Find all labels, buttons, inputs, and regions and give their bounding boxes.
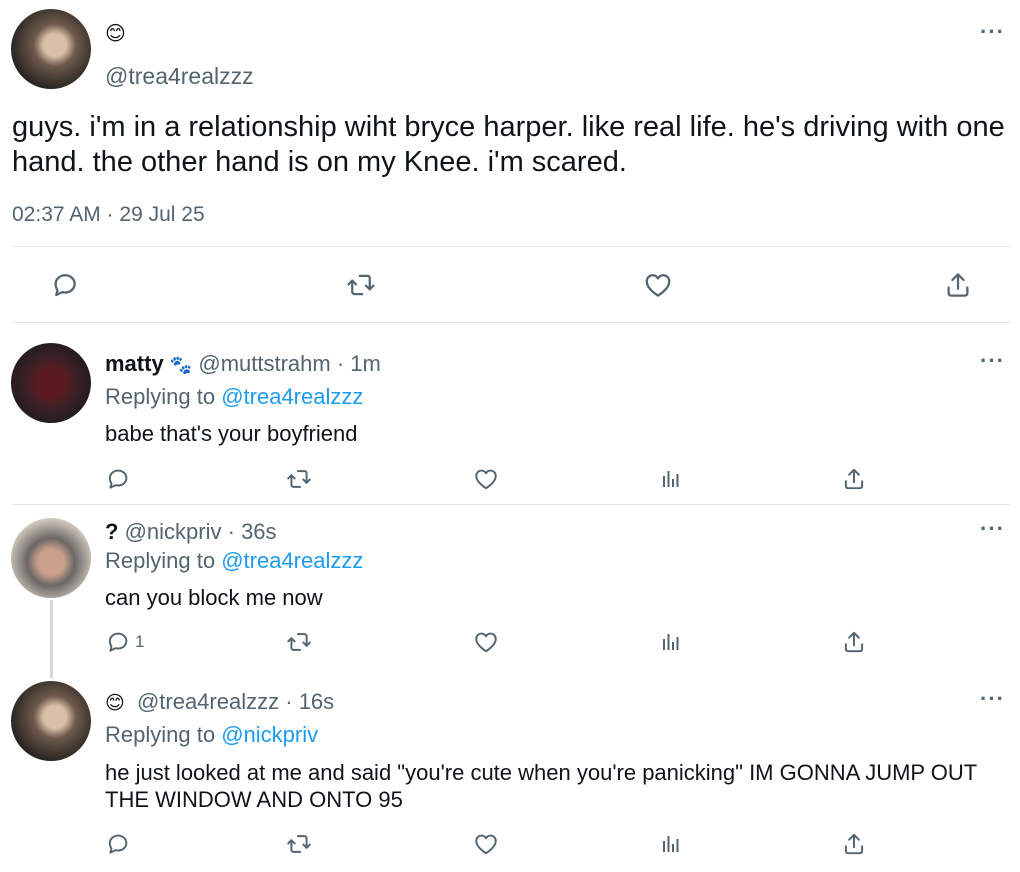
reply-text: babe that's your boyfriend (105, 421, 358, 446)
avatar-nickpriv[interactable] (11, 518, 91, 598)
more-options-button[interactable]: ··· (980, 350, 1005, 372)
reply-handle[interactable]: @trea4realzzz (137, 689, 279, 714)
replying-to-link[interactable]: @trea4realzzz (221, 384, 363, 409)
divider (12, 322, 1010, 323)
reply-icon (105, 466, 131, 492)
retweet-icon (286, 466, 312, 492)
analytics-icon (658, 467, 682, 491)
share-button[interactable] (841, 831, 867, 857)
separator-dot: · (227, 519, 235, 544)
reply-time[interactable]: 16s (299, 689, 334, 714)
share-icon (841, 831, 867, 857)
reply-text: can you block me now (105, 585, 323, 610)
main-tweet-text: guys. i'm in a relationship wiht bryce h… (12, 111, 1005, 178)
retweet-icon (286, 629, 312, 655)
replying-to-link[interactable]: @trea4realzzz (221, 548, 363, 573)
reply-author-emoji: 😊 (105, 693, 125, 714)
reply-header: 😊 @trea4realzzz · 16s (105, 689, 334, 715)
share-icon (841, 466, 867, 492)
share-button[interactable] (943, 270, 973, 300)
reply-text: he just looked at me and said "you're cu… (105, 760, 977, 812)
reply-handle[interactable]: @nickpriv (125, 519, 222, 544)
avatar-muttstrahm[interactable] (11, 343, 91, 423)
thread-connector-line (50, 600, 53, 678)
reply-button[interactable] (105, 466, 135, 492)
avatar-trea4realzzz[interactable] (11, 681, 91, 761)
like-button[interactable] (643, 270, 673, 300)
main-display-name-emoji: 😊 (105, 23, 126, 45)
reply-icon (105, 629, 131, 655)
retweet-icon (286, 831, 312, 857)
divider (12, 246, 1010, 247)
retweet-button[interactable] (346, 270, 376, 300)
like-button[interactable] (473, 629, 499, 655)
like-button[interactable] (473, 466, 499, 492)
reply-time[interactable]: 1m (350, 351, 381, 376)
reply-button[interactable] (105, 831, 135, 857)
like-icon (473, 629, 499, 655)
share-icon (943, 270, 973, 300)
like-icon (473, 466, 499, 492)
analytics-button[interactable] (658, 467, 682, 491)
reply-header: matty 🐾 @muttstrahm · 1m (105, 351, 381, 377)
analytics-icon (658, 630, 682, 654)
reply-button[interactable]: 1 (105, 629, 144, 655)
replying-to-prefix: Replying to (105, 384, 216, 409)
reply-button[interactable] (50, 270, 80, 300)
analytics-icon (658, 832, 682, 856)
reply-author-name[interactable]: ? (105, 519, 118, 544)
reply-icon (50, 270, 80, 300)
like-icon (643, 270, 673, 300)
reply-time[interactable]: 36s (241, 519, 276, 544)
retweet-button[interactable] (286, 466, 312, 492)
avatar-trea4realzzz-main[interactable] (11, 9, 91, 89)
replying-to-line: Replying to @nickpriv (105, 722, 318, 748)
replying-to-line: Replying to @trea4realzzz (105, 384, 363, 410)
main-timestamp[interactable]: 02:37 AM · 29 Jul 25 (12, 203, 205, 227)
analytics-button[interactable] (658, 630, 682, 654)
reply-icon (105, 831, 131, 857)
like-button[interactable] (473, 831, 499, 857)
main-handle[interactable]: @trea4realzzz (105, 63, 254, 90)
share-icon (841, 629, 867, 655)
separator-dot: · (285, 689, 293, 714)
divider (12, 504, 1010, 505)
reply-author-emoji: 🐾 (169, 355, 193, 375)
replying-to-prefix: Replying to (105, 548, 216, 573)
analytics-button[interactable] (658, 832, 682, 856)
more-options-button[interactable]: ··· (980, 688, 1005, 710)
replying-to-line: Replying to @trea4realzzz (105, 548, 363, 574)
reply-handle[interactable]: @muttstrahm (198, 351, 330, 376)
retweet-icon (346, 270, 376, 300)
more-options-button[interactable]: ··· (980, 518, 1005, 540)
reply-count: 1 (135, 632, 145, 651)
replying-to-link[interactable]: @nickpriv (221, 722, 318, 747)
replying-to-prefix: Replying to (105, 722, 216, 747)
more-options-button-main[interactable]: ··· (980, 21, 1005, 43)
share-button[interactable] (841, 466, 867, 492)
separator-dot: · (336, 351, 345, 376)
like-icon (473, 831, 499, 857)
reply-header: ? @nickpriv · 36s (105, 519, 277, 545)
retweet-button[interactable] (286, 831, 312, 857)
reply-author-name[interactable]: matty (105, 351, 164, 376)
share-button[interactable] (841, 629, 867, 655)
retweet-button[interactable] (286, 629, 312, 655)
